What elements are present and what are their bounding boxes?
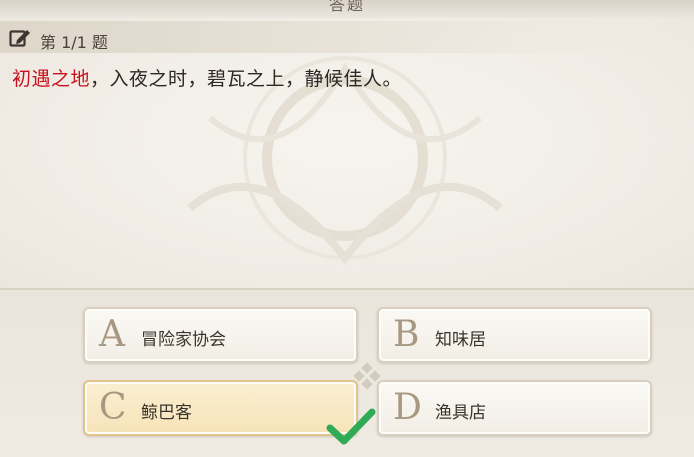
option-letter: B [393, 314, 420, 355]
diamond-icon [353, 362, 381, 390]
option-d-button[interactable]: D 渔具店 [377, 380, 652, 436]
options-area: A 冒险家协会 B 知味居 C 鲸巴客 D 渔具店 [0, 290, 694, 457]
option-text: 知味居 [435, 330, 486, 350]
option-letter: A [99, 314, 125, 355]
option-text: 渔具店 [435, 403, 486, 423]
question-number: 第 1/1 题 [40, 33, 108, 52]
window-title-bar: 答题 [0, 0, 694, 18]
option-b-button[interactable]: B 知味居 [377, 307, 652, 363]
question-text: 初遇之地，入夜之时，碧瓦之上，静候佳人。 [12, 64, 402, 91]
check-icon [326, 408, 376, 445]
question-panel: 第 1/1 题 初遇之地，入夜之时，碧瓦之上，静候佳人。 [0, 18, 694, 290]
edit-icon [9, 30, 30, 47]
option-letter: C [99, 387, 127, 428]
option-a-button[interactable]: A 冒险家协会 [83, 307, 358, 363]
window-title: 答题 [328, 0, 365, 14]
option-text: 冒险家协会 [141, 330, 226, 350]
question-highlight: 初遇之地 [12, 68, 91, 90]
question-body: ，入夜之时，碧瓦之上，静候佳人。 [90, 68, 403, 90]
option-letter: D [393, 387, 422, 428]
question-header: 第 1/1 题 [0, 21, 694, 53]
option-text: 鲸巴客 [141, 403, 192, 423]
option-c-button[interactable]: C 鲸巴客 [83, 380, 358, 436]
